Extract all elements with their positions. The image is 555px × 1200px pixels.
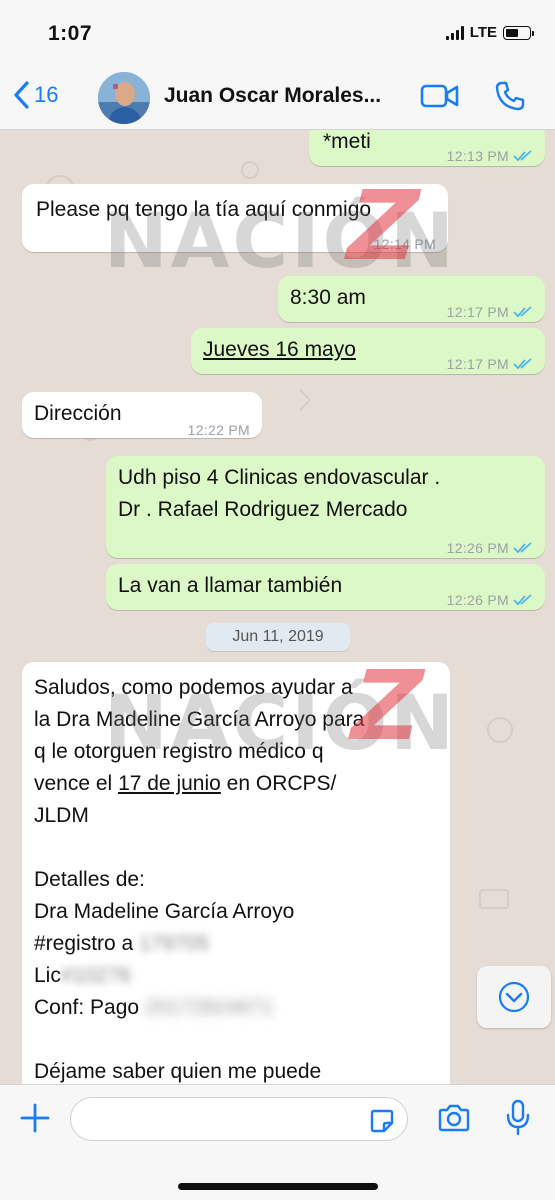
avatar[interactable] bbox=[98, 72, 150, 124]
message-text-line: #registro a 179705 bbox=[34, 932, 210, 955]
video-call-icon[interactable] bbox=[420, 82, 460, 110]
message-incoming[interactable]: Saludos, como podemos ayudar a la Dra Ma… bbox=[22, 662, 450, 1084]
unread-count: 16 bbox=[34, 82, 59, 107]
read-receipt-icon bbox=[513, 306, 532, 318]
read-receipt-icon bbox=[513, 542, 532, 554]
message-text-line: Detalles de: bbox=[34, 868, 145, 891]
read-receipt-icon bbox=[513, 150, 532, 162]
message-text[interactable]: Jueves 16 mayo bbox=[203, 334, 356, 366]
message-time: 12:26 PM bbox=[446, 540, 509, 556]
message-text: Please pq tengo la tía aquí conmigo bbox=[36, 198, 372, 221]
message-time: 12:14 PM bbox=[373, 236, 436, 252]
message-text: Dirección bbox=[34, 402, 122, 425]
message-outgoing[interactable]: Jueves 16 mayo 12:17 PM bbox=[191, 328, 545, 374]
message-time: 12:13 PM bbox=[446, 148, 509, 164]
read-receipt-icon bbox=[513, 358, 532, 370]
message-outgoing[interactable]: 8:30 am 12:17 PM bbox=[278, 276, 545, 322]
message-incoming[interactable]: Please pq tengo la tía aquí conmigo 12:1… bbox=[22, 184, 448, 252]
message-text-line: q le otorguen registro médico q bbox=[34, 740, 324, 763]
message-text-line: Conf: Pago 20172824671 bbox=[34, 996, 274, 1019]
date-link[interactable]: 17 de junio bbox=[118, 772, 221, 795]
sticker-icon[interactable] bbox=[368, 1107, 396, 1135]
read-receipt-icon bbox=[513, 594, 532, 606]
message-outgoing[interactable]: *meti 12:13 PM bbox=[309, 130, 545, 166]
message-text: 8:30 am bbox=[290, 286, 366, 309]
message-text-line: Saludos, como podemos ayudar a bbox=[34, 676, 353, 699]
status-indicators: LTE bbox=[445, 24, 534, 41]
home-indicator bbox=[178, 1183, 378, 1190]
message-text: *meti bbox=[323, 130, 371, 153]
status-bar: 1:07 LTE bbox=[0, 0, 555, 64]
message-text-line: vence el 17 de junio en ORCPS/ bbox=[34, 772, 337, 795]
camera-icon[interactable] bbox=[436, 1103, 472, 1133]
message-text-line: Dr . Rafael Rodriguez Mercado bbox=[118, 498, 408, 521]
microphone-icon[interactable] bbox=[506, 1099, 530, 1137]
chevron-left-icon bbox=[14, 81, 29, 109]
message-text-line: Udh piso 4 Clinicas endovascular . bbox=[118, 466, 441, 489]
chat-area[interactable]: *meti 12:13 PM Please pq tengo la tía aq… bbox=[0, 130, 555, 1084]
message-text-line: Lic#10276 bbox=[34, 964, 131, 987]
blurred-text: 179705 bbox=[139, 932, 210, 955]
message-text-line: Dra Madeline García Arroyo bbox=[34, 900, 295, 923]
phone-call-icon[interactable] bbox=[494, 80, 526, 112]
network-type: LTE bbox=[469, 24, 497, 41]
message-text-line: JLDM bbox=[34, 804, 89, 827]
blurred-text: 20172824671 bbox=[144, 996, 274, 1019]
date-separator: Jun 11, 2019 bbox=[206, 623, 350, 651]
message-time: 12:17 PM bbox=[446, 356, 509, 372]
plus-icon[interactable] bbox=[18, 1101, 52, 1135]
message-time: 12:17 PM bbox=[446, 304, 509, 320]
battery-icon bbox=[503, 25, 534, 40]
message-text: La van a llamar también bbox=[118, 574, 343, 597]
blurred-text: #10276 bbox=[60, 964, 131, 987]
message-outgoing[interactable]: Udh piso 4 Clinicas endovascular . Dr . … bbox=[106, 456, 545, 558]
back-button[interactable]: 16 bbox=[12, 80, 58, 110]
message-time: 12:26 PM bbox=[446, 592, 509, 608]
message-outgoing[interactable]: La van a llamar también 12:26 PM bbox=[106, 564, 545, 610]
message-input[interactable] bbox=[70, 1097, 408, 1141]
message-text-line: Déjame saber quien me puede bbox=[34, 1060, 322, 1083]
contact-name[interactable]: Juan Oscar Morales... bbox=[164, 84, 409, 108]
chevron-down-circle-icon bbox=[498, 981, 530, 1013]
composer-bar bbox=[0, 1084, 555, 1200]
signal-icon bbox=[445, 25, 464, 40]
message-incoming[interactable]: Dirección 12:22 PM bbox=[22, 392, 262, 438]
message-text-line: la Dra Madeline García Arroyo para bbox=[34, 708, 365, 731]
status-time: 1:07 bbox=[48, 22, 93, 45]
scroll-to-bottom-button[interactable] bbox=[477, 966, 551, 1028]
chat-header: 16 Juan Oscar Morales... bbox=[0, 64, 555, 130]
message-time: 12:22 PM bbox=[187, 422, 250, 438]
